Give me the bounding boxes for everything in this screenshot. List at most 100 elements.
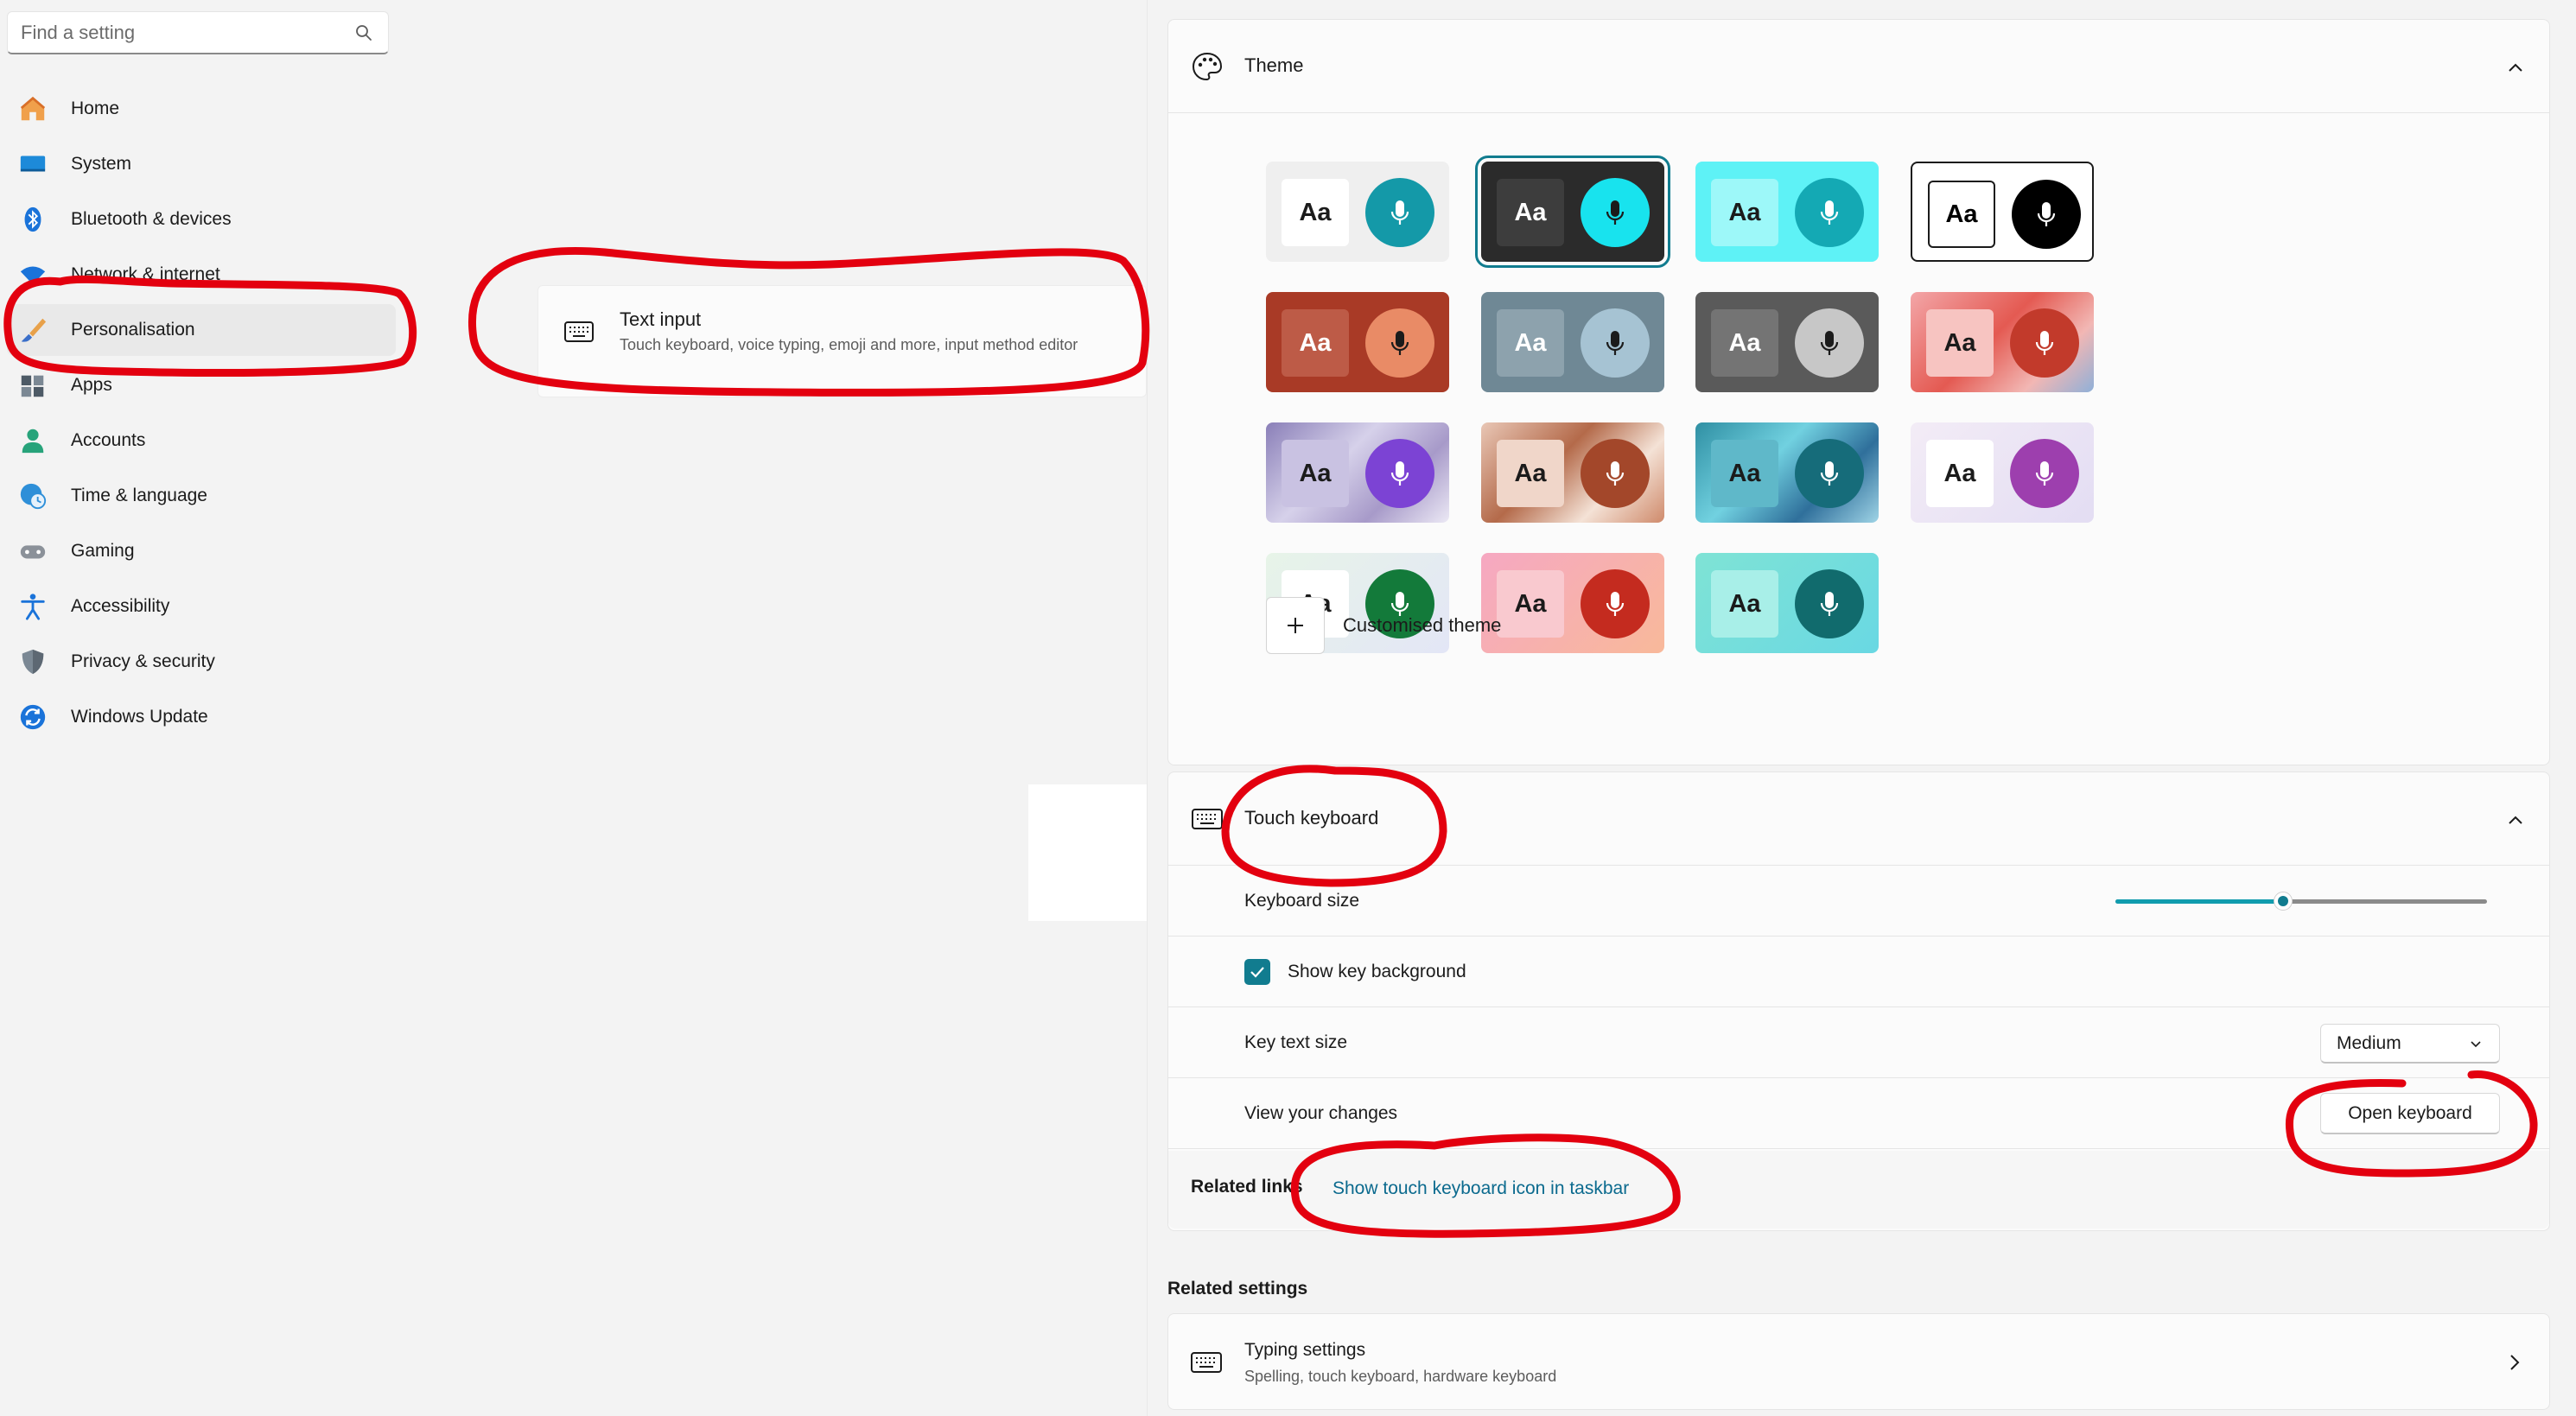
search-icon[interactable]: [353, 22, 374, 43]
theme-aa-preview: Aa: [1497, 179, 1564, 246]
system-icon: [17, 149, 48, 180]
sidebar-item-time-language[interactable]: Time & language: [7, 470, 396, 522]
theme-tile[interactable]: Aa: [1695, 292, 1879, 392]
chevron-right-icon: [2510, 1355, 2520, 1370]
microphone-icon: [1581, 178, 1650, 247]
theme-aa-preview: Aa: [1711, 179, 1778, 246]
theme-aa-preview: Aa: [1497, 440, 1564, 507]
sidebar-item-accessibility[interactable]: Accessibility: [7, 581, 396, 632]
touch-keyboard-header[interactable]: Touch keyboard: [1168, 772, 2549, 866]
gamepad-icon: [17, 536, 48, 567]
sidebar-item-gaming[interactable]: Gaming: [7, 525, 396, 577]
theme-tile[interactable]: Aa: [1911, 292, 2094, 392]
microphone-icon: [1581, 569, 1650, 638]
microphone-icon: [1795, 178, 1864, 247]
search-box[interactable]: [7, 11, 389, 54]
sidebar-item-label: Bluetooth & devices: [71, 209, 232, 229]
globe-clock-icon: [17, 480, 48, 511]
theme-aa-preview: Aa: [1711, 309, 1778, 377]
settings-sidebar: Home System Bluetooth & devices Network …: [0, 0, 1147, 1416]
home-icon: [17, 93, 48, 124]
bluetooth-icon: [17, 204, 48, 235]
touch-keyboard-section: Touch keyboard Keyboard size Show key ba…: [1167, 771, 2550, 1231]
related-links-row: Related links Show touch keyboard icon i…: [1168, 1151, 2549, 1229]
microphone-icon: [1365, 178, 1434, 247]
key-text-size-dropdown[interactable]: Medium: [2320, 1024, 2500, 1064]
show-key-background-row: Show key background: [1168, 937, 2549, 1007]
search-input[interactable]: [8, 12, 353, 53]
theme-tile[interactable]: Aa: [1911, 162, 2094, 262]
theme-tile[interactable]: Aa: [1481, 292, 1664, 392]
theme-tile[interactable]: Aa: [1695, 422, 1879, 523]
theme-aa-preview: Aa: [1711, 440, 1778, 507]
checkmark-icon: [1250, 967, 1264, 978]
open-keyboard-button[interactable]: Open keyboard: [2320, 1093, 2500, 1134]
chevron-down-icon: [2471, 1040, 2481, 1047]
update-icon: [17, 702, 48, 733]
chevron-up-icon[interactable]: [2506, 810, 2525, 829]
microphone-icon: [1795, 439, 1864, 508]
theme-section: Theme AaAaAaAaAaAaAaAaAaAaAaAaAaAaAa Cus…: [1167, 19, 2550, 765]
theme-grid: AaAaAaAaAaAaAaAaAaAaAaAaAaAaAa: [1168, 113, 2549, 666]
settings-content: Theme AaAaAaAaAaAaAaAaAaAaAaAaAaAaAa Cus…: [1147, 0, 2576, 1416]
accessibility-icon: [17, 591, 48, 622]
add-custom-theme-button[interactable]: [1266, 597, 1325, 654]
theme-header[interactable]: Theme: [1168, 20, 2549, 113]
sidebar-item-windows-update[interactable]: Windows Update: [7, 691, 396, 743]
related-settings-heading: Related settings: [1167, 1279, 1308, 1299]
wifi-icon: [17, 259, 48, 290]
sidebar-item-personalisation[interactable]: Personalisation: [7, 304, 396, 356]
microphone-icon: [1365, 439, 1434, 508]
theme-aa-preview: Aa: [1926, 309, 1994, 377]
theme-tile[interactable]: Aa: [1481, 553, 1664, 653]
microphone-icon: [2010, 439, 2079, 508]
keyboard-size-row: Keyboard size: [1168, 866, 2549, 937]
chevron-up-icon[interactable]: [2506, 58, 2525, 77]
theme-tile[interactable]: Aa: [1695, 162, 1879, 262]
theme-tile[interactable]: Aa: [1266, 292, 1449, 392]
sidebar-item-label: System: [71, 154, 132, 174]
theme-tile[interactable]: Aa: [1695, 553, 1879, 653]
search-result-title: Text input: [620, 308, 702, 330]
sidebar-item-home[interactable]: Home: [7, 83, 396, 135]
touch-keyboard-title: Touch keyboard: [1244, 807, 1379, 829]
apps-icon: [17, 370, 48, 401]
keyboard-icon: [564, 321, 594, 342]
keyboard-icon: [1191, 1352, 1222, 1373]
theme-tile[interactable]: Aa: [1266, 162, 1449, 262]
sidebar-item-label: Time & language: [71, 486, 207, 505]
keyboard-size-slider[interactable]: [2115, 892, 2487, 911]
show-touch-keyboard-icon-link[interactable]: Show touch keyboard icon in taskbar: [1333, 1178, 1629, 1199]
view-changes-row: View your changes Open keyboard: [1168, 1078, 2549, 1149]
theme-tile[interactable]: Aa: [1266, 422, 1449, 523]
microphone-icon: [1795, 569, 1864, 638]
typing-settings-link[interactable]: Typing settings Spelling, touch keyboard…: [1167, 1313, 2550, 1410]
sidebar-item-privacy[interactable]: Privacy & security: [7, 636, 396, 688]
theme-tile[interactable]: Aa: [1911, 422, 2094, 523]
theme-tile[interactable]: Aa: [1481, 422, 1664, 523]
sidebar-item-label: Accessibility: [71, 596, 170, 616]
theme-aa-preview: Aa: [1926, 440, 1994, 507]
microphone-icon: [1365, 308, 1434, 378]
theme-aa-preview: Aa: [1282, 179, 1349, 246]
search-result-text-input[interactable]: Text input Touch keyboard, voice typing,…: [537, 285, 1147, 397]
show-key-background-label[interactable]: Show key background: [1288, 962, 1466, 982]
brush-icon: [17, 314, 48, 346]
slider-thumb[interactable]: [2273, 892, 2293, 911]
sidebar-item-accounts[interactable]: Accounts: [7, 415, 396, 467]
show-key-background-checkbox[interactable]: [1244, 959, 1270, 985]
theme-tile[interactable]: Aa: [1475, 156, 1670, 268]
sidebar-item-label: Apps: [71, 375, 112, 395]
sidebar-item-network[interactable]: Network & internet: [7, 249, 396, 301]
search-result-subtitle: Touch keyboard, voice typing, emoji and …: [620, 336, 1078, 353]
sidebar-item-system[interactable]: System: [7, 138, 396, 190]
typing-settings-subtitle: Spelling, touch keyboard, hardware keybo…: [1244, 1368, 1557, 1385]
theme-aa-preview: Aa: [1282, 309, 1349, 377]
key-text-size-value: Medium: [2337, 1032, 2401, 1053]
key-text-size-label: Key text size: [1244, 1032, 1348, 1052]
custom-theme-label: Customised theme: [1343, 614, 1502, 636]
sidebar-item-bluetooth[interactable]: Bluetooth & devices: [7, 194, 396, 245]
palette-icon: [1192, 52, 1223, 81]
nav-list: Home System Bluetooth & devices Network …: [7, 83, 396, 746]
sidebar-item-apps[interactable]: Apps: [7, 359, 396, 411]
